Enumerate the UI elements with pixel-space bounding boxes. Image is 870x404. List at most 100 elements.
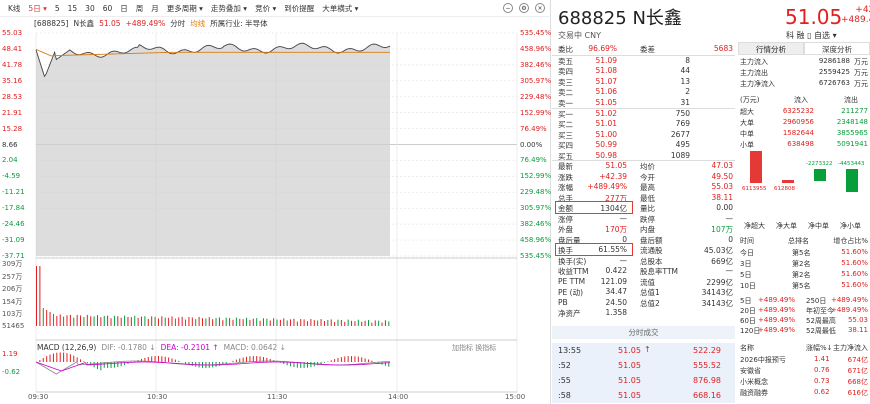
stat-value: 107万 [711,225,733,234]
net-flow-label: -2273322 [806,161,833,167]
price-area [36,43,390,256]
net-flow-label: -4453443 [838,161,865,167]
stat-label: 量比 [640,204,655,213]
price-tick-left: -4.59 [2,172,21,181]
volume-bar [357,319,359,326]
macd-bar [52,353,54,362]
volume-bar [283,318,285,326]
stat-value: 121.09 [600,276,627,286]
volume-bar [354,321,356,326]
volume-bar [164,317,166,326]
volume-bar [239,318,241,326]
stat-value: 47.03 [711,161,733,170]
perf-row: 120日 +489.49% 52周最低 38.11 [740,326,868,336]
volume-bar [107,315,109,326]
macd-bar [141,358,143,362]
stat-value: 34143亿 [701,298,733,308]
volume-bar [198,316,200,326]
sector-head-row: 名称 涨幅%↓ 主力净流入 [740,343,868,353]
flow-label: 主力流入 [740,58,768,66]
flow-type: 大单 [740,119,754,127]
volume-bar [384,320,386,326]
flow-unit: 万元 [854,80,868,88]
price-tick-left: -31.09 [2,236,25,245]
volume-bar [337,319,339,326]
macd-bar [235,359,237,362]
price-tick-right: 0.00% [520,140,543,149]
bid-price: 51.00 [595,129,617,139]
rank-position: 第5名 [792,282,811,290]
flow-unit: 万元 [854,69,868,77]
volume-bar [174,318,176,326]
tab-market-analysis[interactable]: 行情分析 [738,42,804,55]
tab-depth-analysis[interactable]: 深度分析 [804,42,870,55]
chart-area[interactable]: K线 5日 ▾ 5 15 30 60 日周月更多周期 ▾ 走势叠加 ▾ 竞价 ▾ 到价提醒 大单横式… [0,0,551,404]
macd-bar [161,356,163,362]
macd-bar [249,356,251,362]
stat-label: 流值 [640,277,655,287]
volume-bar [229,318,231,326]
ask-label: 卖二 [558,88,573,98]
stat-value: +489.49% [587,182,627,191]
macd-bar [340,357,342,362]
volume-bar [320,319,322,326]
net-flow-category: 净大单 [776,222,797,230]
volume-bar [113,315,115,326]
stat-value: 170万 [605,225,627,234]
volume-bar [266,318,268,326]
macd-bar [232,360,234,362]
flow-label: 主力流出 [740,69,768,77]
bid-volume: 750 [675,109,690,118]
sector-pct: 1.41 [814,355,830,363]
perf-label: 5日 [740,297,752,305]
flow-row: 主力净流入 6726763 万元 [740,79,868,89]
macd-tick: 1.19 [2,350,18,358]
volume-bar [171,316,173,326]
volume-bar [330,319,332,326]
flow-out: 2348148 [836,118,868,126]
macd-bar [310,362,312,368]
analysis-tabs[interactable]: 行情分析 深度分析 [738,42,870,55]
price-tick-left: 15.28 [2,124,23,133]
bid-volume: 495 [675,140,690,150]
stat-label: 流通股 [640,246,663,255]
volume-bar [313,320,315,326]
macd-bar [361,357,363,362]
flow-label: 主力净流入 [740,80,775,88]
watchlist-buttons[interactable]: 科 融 ▯ 自选 ▾ [786,30,837,41]
flow-type: 小单 [740,141,754,149]
rank-head-row: 时间 总排名 增仓占比% [740,236,868,246]
volume-bar [73,317,75,326]
stat-row: 涨幅 +489.49% 最高 55.03 [552,182,735,192]
stat-label: 盘后额 [640,235,663,245]
macd-bar [178,360,180,362]
ask-price: 51.05 [595,97,617,107]
macd-bar [49,354,51,362]
net-flow-bar [782,179,794,183]
volume-bar [52,314,54,326]
volume-bar [154,316,156,326]
stat-value: 55.03 [711,182,733,191]
trade-status: 交易中 CNY [558,31,601,40]
flow-head: 流出 [844,96,858,104]
stat-value: 2299亿 [706,277,733,287]
rank-position: 第5名 [792,249,811,257]
volume-bar [205,318,207,326]
volume-bar [218,317,220,326]
stat-row: PE TTM 121.09 流值 2299亿 [552,277,735,287]
tick-time: 13:55 [558,346,582,355]
time-tick: 15:00 [505,393,526,401]
flow-row: 主力流出 2559425 万元 [740,68,868,78]
price-tick-right: 152.99% [520,108,552,117]
volume-tick: 154万 [2,297,23,306]
stat-value: — [619,213,628,223]
macd-bar [63,352,65,362]
sector-row: 融资融券 0.62 616亿 [740,388,868,398]
rank-value: 51.60% [841,259,868,267]
ask-row: 卖一 51.05 31 [552,98,735,108]
indicator-tools[interactable]: 加指标 换指标 [452,343,496,353]
bid-label: 买一 [558,110,573,119]
macd-bar [239,358,241,362]
sector-flow: 674亿 [847,356,868,364]
ask-row: 卖二 51.06 2 [552,87,735,97]
